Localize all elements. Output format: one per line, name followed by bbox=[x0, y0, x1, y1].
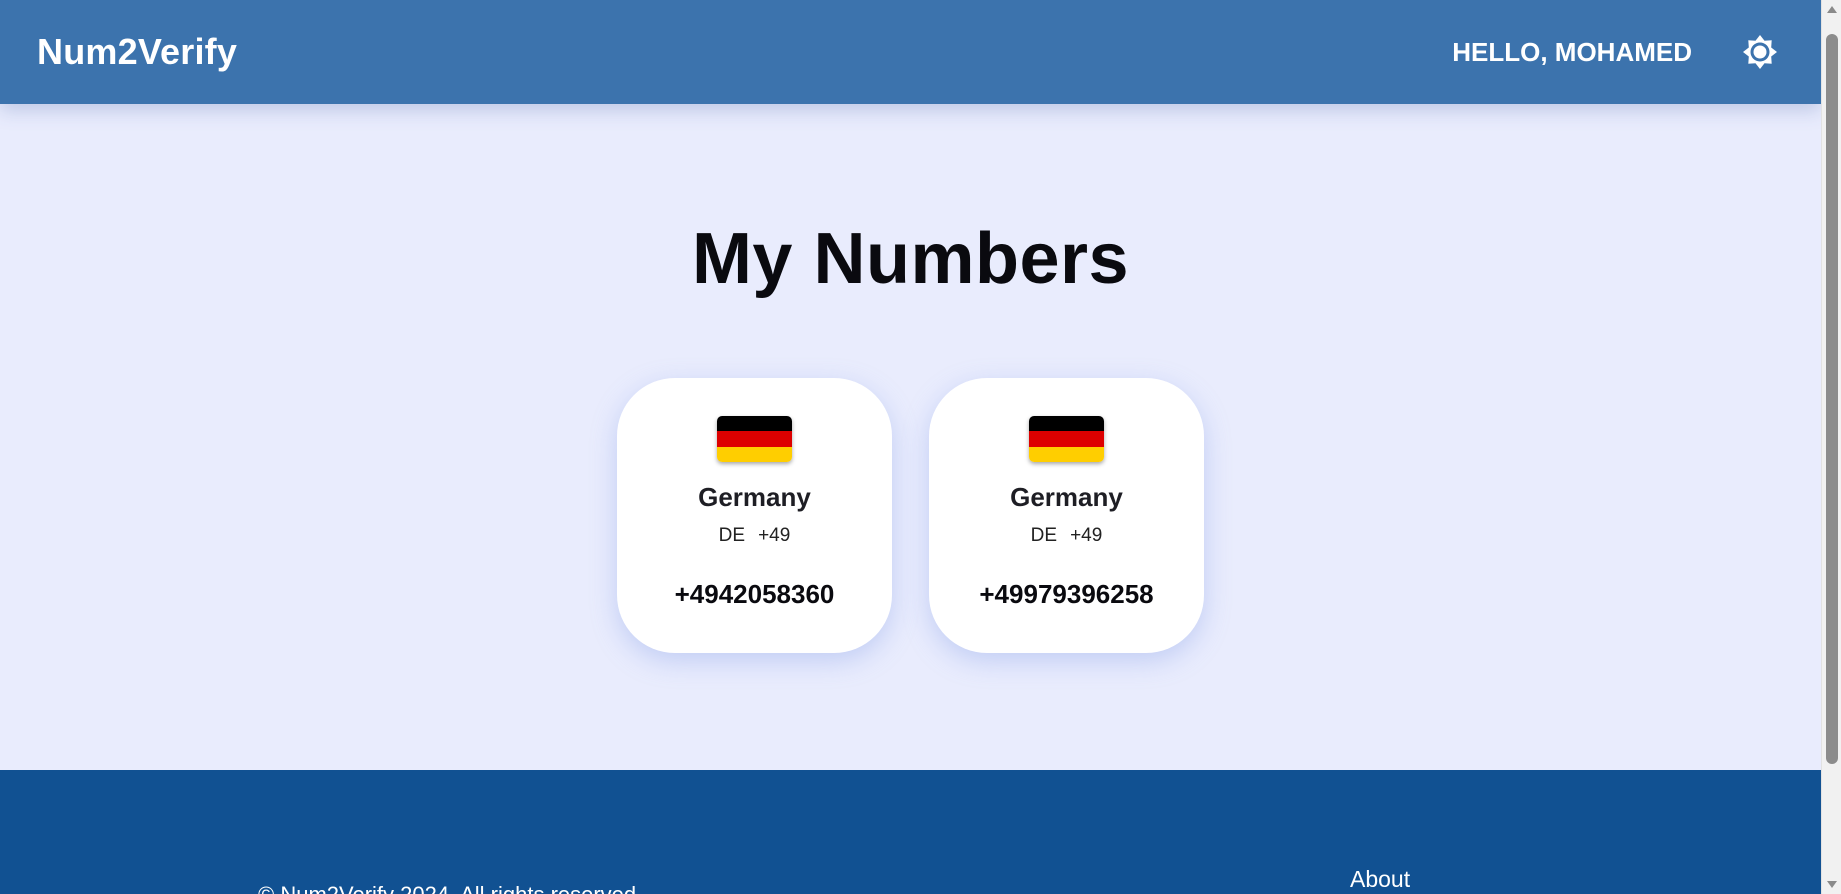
scroll-up-arrow-icon[interactable] bbox=[1827, 6, 1837, 13]
user-greeting[interactable]: HELLO, MOHAMED bbox=[1452, 37, 1692, 68]
flag-stripe-gold bbox=[1029, 446, 1104, 462]
flag-stripe-red bbox=[717, 431, 792, 447]
copyright-text: © Num2Verify 2024. All rights reserved. bbox=[258, 882, 642, 894]
page: Num2Verify HELLO, MOHAMED My Numbers Ger… bbox=[0, 0, 1821, 894]
country-name: Germany bbox=[698, 482, 811, 512]
phone-number: +4942058360 bbox=[674, 579, 835, 609]
flag-stripe-black bbox=[717, 416, 792, 432]
country-name: Germany bbox=[1010, 482, 1123, 512]
dial-code: +49 bbox=[758, 525, 791, 546]
number-cards: Germany DE +49 +4942058360 Germany DE +4… bbox=[617, 378, 1204, 653]
scrollbar-thumb[interactable] bbox=[1826, 34, 1838, 764]
country-code: DE bbox=[1030, 525, 1058, 546]
number-card[interactable]: Germany DE +49 +49979396258 bbox=[929, 378, 1204, 653]
header-actions: HELLO, MOHAMED bbox=[1452, 34, 1784, 70]
page-title: My Numbers bbox=[691, 219, 1130, 299]
main-content: My Numbers Germany DE +49 +4942058360 Ge… bbox=[0, 104, 1821, 770]
country-meta: DE +49 bbox=[1031, 525, 1103, 547]
country-meta: DE +49 bbox=[719, 525, 791, 547]
app-logo[interactable]: Num2Verify bbox=[37, 31, 237, 73]
number-card[interactable]: Germany DE +49 +4942058360 bbox=[617, 378, 892, 653]
theme-toggle-button[interactable] bbox=[1742, 34, 1778, 70]
country-code: DE bbox=[718, 525, 746, 546]
flag-stripe-red bbox=[1029, 431, 1104, 447]
vertical-scrollbar[interactable] bbox=[1821, 0, 1841, 894]
flag-stripe-gold bbox=[717, 446, 792, 462]
site-footer: © Num2Verify 2024. All rights reserved. … bbox=[0, 770, 1821, 894]
germany-flag-icon bbox=[717, 416, 792, 462]
scroll-down-arrow-icon[interactable] bbox=[1827, 881, 1837, 888]
top-header: Num2Verify HELLO, MOHAMED bbox=[0, 0, 1821, 104]
about-link[interactable]: About bbox=[1350, 866, 1410, 893]
dial-code: +49 bbox=[1070, 525, 1103, 546]
sun-icon bbox=[1743, 35, 1777, 69]
phone-number: +49979396258 bbox=[979, 579, 1154, 609]
germany-flag-icon bbox=[1029, 416, 1104, 462]
flag-stripe-black bbox=[1029, 416, 1104, 432]
